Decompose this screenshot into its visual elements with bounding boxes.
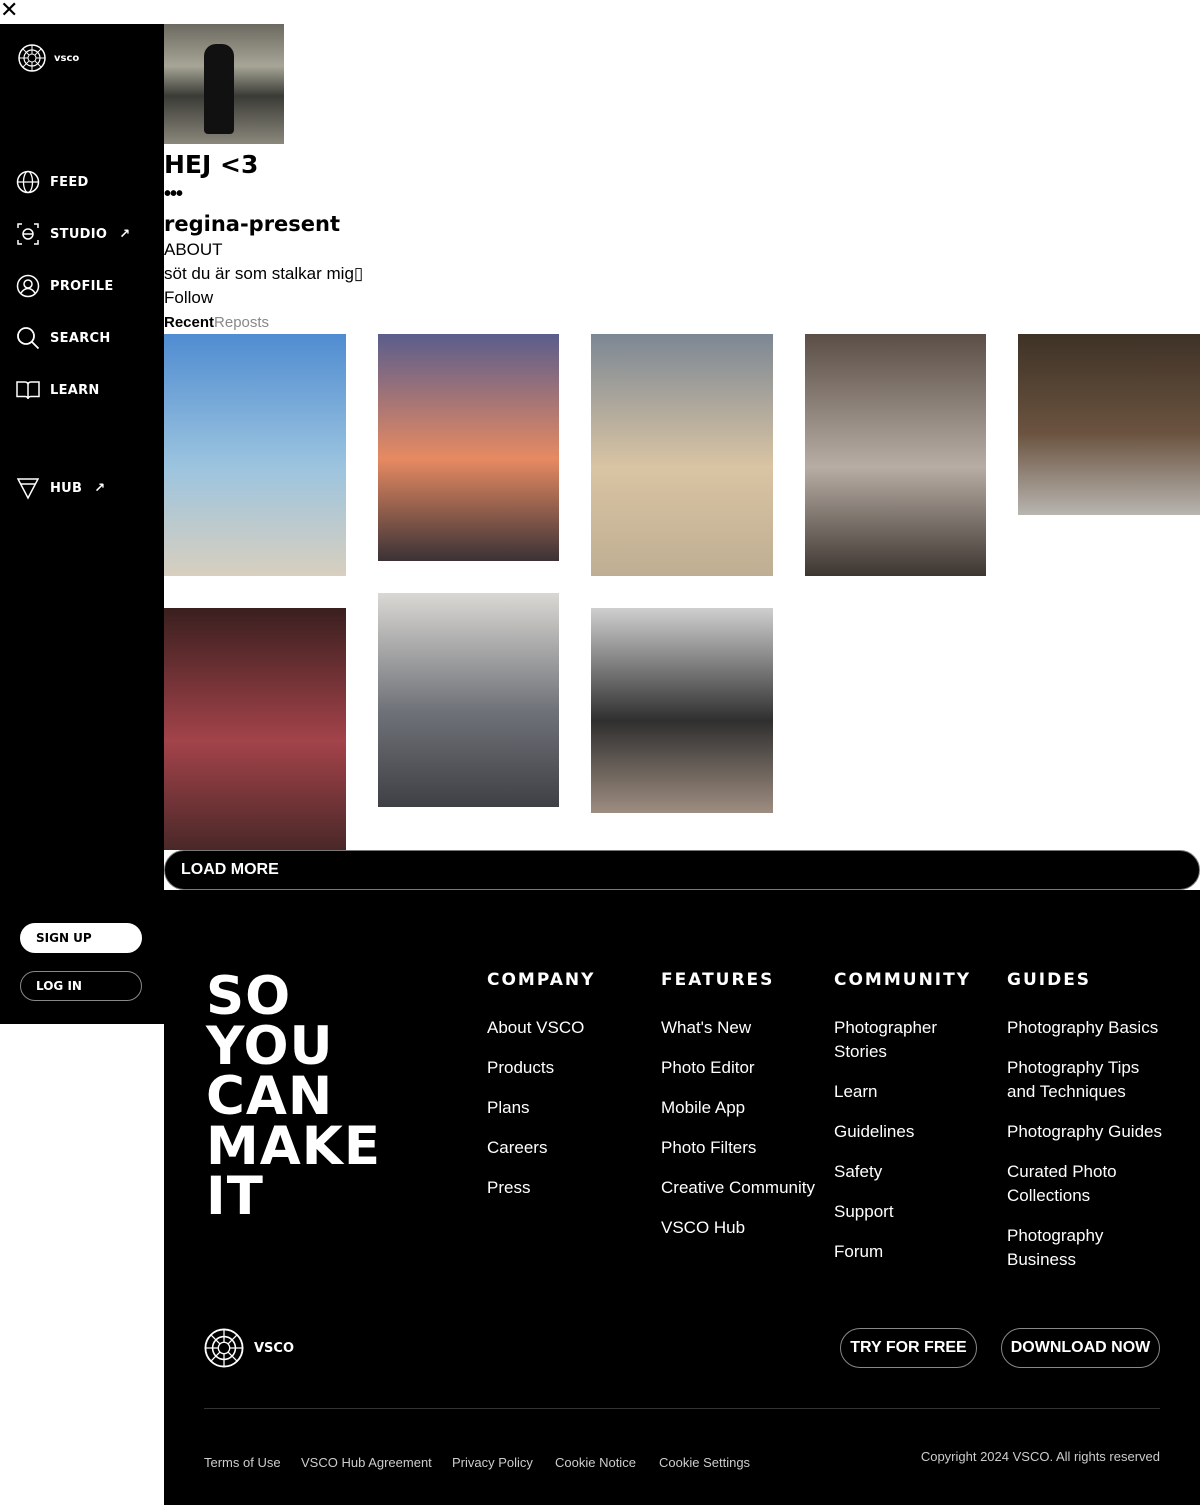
footer-link[interactable]: Photography Business: [1007, 1224, 1167, 1272]
footer-divider: [204, 1408, 1160, 1409]
footer-link[interactable]: VSCO Hub: [661, 1216, 831, 1240]
studio-icon: [17, 223, 39, 245]
photo-airplane-cabin[interactable]: [378, 593, 559, 807]
footer-link[interactable]: Safety: [834, 1160, 964, 1184]
nav-profile-label: PROFILE: [50, 278, 114, 294]
nav-profile[interactable]: PROFILE: [16, 274, 114, 298]
bio-text: söt du är som stalkar mig▯: [164, 264, 364, 283]
avatar: [164, 24, 284, 144]
legal-link-cookie-notice[interactable]: Cookie Notice: [555, 1455, 636, 1470]
tab-recent[interactable]: Recent: [164, 314, 214, 331]
nav-learn[interactable]: LEARN: [16, 378, 100, 402]
vsco-logo-icon: [18, 44, 46, 72]
footer-link[interactable]: Guidelines: [834, 1120, 964, 1144]
footer-link[interactable]: Products: [487, 1056, 657, 1080]
photo-mirror-selfie[interactable]: [591, 608, 773, 813]
footer-link[interactable]: Photo Filters: [661, 1136, 831, 1160]
footer-link[interactable]: Forum: [834, 1240, 964, 1264]
footer-link[interactable]: What's New: [661, 1016, 831, 1040]
footer-link[interactable]: Photographer Stories: [834, 1016, 964, 1064]
search-icon: [17, 327, 40, 350]
try-for-free-button[interactable]: TRY FOR FREE: [840, 1328, 977, 1368]
nav-learn-label: LEARN: [50, 382, 100, 398]
log-in-button[interactable]: LOG IN: [20, 971, 142, 1001]
photo-beach-pig[interactable]: [591, 334, 773, 576]
footer-col-company: COMPANY About VSCO Products Plans Career…: [487, 970, 657, 1216]
about-label: ABOUT: [164, 240, 223, 259]
footer-col-heading: GUIDES: [1007, 970, 1092, 990]
page-title: HEJ <3: [164, 150, 259, 179]
sidebar: vsco FEED STUDIO ↗ PROFILE SEARCH LEARN …: [0, 24, 164, 1024]
nav-studio-label: STUDIO: [50, 226, 108, 242]
footer-link[interactable]: Press: [487, 1176, 657, 1200]
footer-col-heading: FEATURES: [661, 970, 775, 990]
footer-link[interactable]: Learn: [834, 1080, 964, 1104]
footer-col-community: COMMUNITY Photographer Stories Learn Gui…: [834, 970, 972, 1280]
nav-hub[interactable]: HUB ↗: [16, 476, 105, 500]
vsco-logo-icon: [204, 1328, 244, 1368]
close-icon[interactable]: ✕: [0, 0, 18, 22]
footer-link[interactable]: Photography Tips and Techniques: [1007, 1056, 1167, 1104]
legal-link-privacy[interactable]: Privacy Policy: [452, 1455, 533, 1470]
footer-link[interactable]: Curated Photo Collections: [1007, 1160, 1167, 1208]
footer-link[interactable]: Photography Basics: [1007, 1016, 1167, 1040]
photo-sunset-friends[interactable]: [378, 334, 559, 561]
footer-col-features: FEATURES What's New Photo Editor Mobile …: [661, 970, 831, 1256]
footer-logo-text: VSCO: [254, 1340, 295, 1356]
footer: SO YOU CAN MAKE IT COMPANY About VSCO Pr…: [164, 890, 1200, 1505]
footer-link[interactable]: Careers: [487, 1136, 657, 1160]
footer-slogan: SO YOU CAN MAKE IT: [206, 966, 382, 1227]
copyright: Copyright 2024 VSCO. All rights reserved: [920, 1449, 1160, 1464]
footer-link[interactable]: Support: [834, 1200, 964, 1224]
nav-studio[interactable]: STUDIO ↗: [16, 222, 130, 246]
footer-vsco-logo[interactable]: VSCO: [204, 1328, 294, 1368]
username: regina-present: [164, 212, 341, 236]
footer-link[interactable]: Plans: [487, 1096, 657, 1120]
footer-link[interactable]: Creative Community: [661, 1176, 831, 1200]
vsco-logo-text: vsco: [54, 52, 80, 64]
hub-icon: [16, 478, 40, 500]
profile-icon: [16, 274, 40, 298]
follow-button[interactable]: Follow: [164, 288, 213, 308]
footer-link[interactable]: Photography Guides: [1007, 1120, 1167, 1144]
legal-link-cookie-settings[interactable]: Cookie Settings: [659, 1455, 750, 1470]
profile-tabs: RecentReposts: [164, 314, 269, 331]
legal-link-terms[interactable]: Terms of Use: [204, 1455, 281, 1470]
nav-hub-label: HUB: [50, 480, 83, 496]
footer-col-heading: COMMUNITY: [834, 970, 972, 990]
nav-feed[interactable]: FEED: [16, 170, 89, 194]
footer-link[interactable]: Photo Editor: [661, 1056, 831, 1080]
external-link-icon: ↗: [119, 226, 131, 242]
globe-icon: [16, 170, 40, 194]
footer-col-guides: GUIDES Photography Basics Photography Ti…: [1007, 970, 1167, 1288]
photo-red-room[interactable]: [164, 608, 346, 850]
tab-reposts[interactable]: Reposts: [214, 314, 269, 331]
nav-feed-label: FEED: [50, 174, 89, 190]
book-icon: [16, 381, 40, 400]
footer-link[interactable]: About VSCO: [487, 1016, 657, 1040]
vsco-logo[interactable]: vsco: [18, 44, 79, 72]
footer-link[interactable]: Mobile App: [661, 1096, 831, 1120]
download-now-button[interactable]: DOWNLOAD NOW: [1001, 1328, 1160, 1368]
nav-search[interactable]: SEARCH: [16, 326, 111, 350]
photo-beach-hat[interactable]: [164, 334, 346, 576]
photo-bag-suitcase[interactable]: [1018, 334, 1200, 515]
load-more-button[interactable]: LOAD MORE: [164, 850, 1200, 890]
nav-search-label: SEARCH: [50, 330, 111, 346]
more-options-icon[interactable]: •••: [164, 184, 183, 204]
sign-up-button[interactable]: SIGN UP: [20, 923, 142, 953]
legal-link-hub-agreement[interactable]: VSCO Hub Agreement: [301, 1455, 432, 1470]
footer-col-heading: COMPANY: [487, 970, 596, 990]
external-link-icon: ↗: [94, 480, 106, 496]
photo-bathroom-mirror[interactable]: [805, 334, 986, 576]
